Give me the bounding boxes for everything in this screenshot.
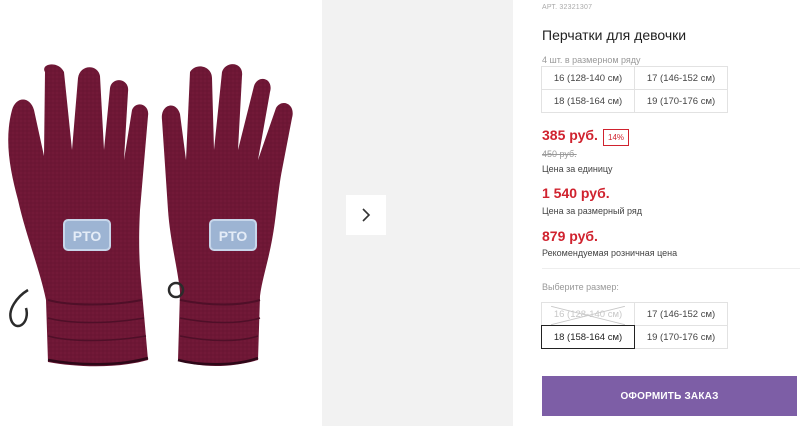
size-option-label: 19 (170-176 см) xyxy=(646,331,716,343)
retail-price-label: Рекомендуемая розничная цена xyxy=(542,248,678,258)
size-selector-label: Выберите размер: xyxy=(542,282,619,292)
size-option-label: 18 (158-164 см) xyxy=(553,331,623,343)
pack-size-cell: 18 (158-164 см) xyxy=(541,89,635,113)
old-price: 450 руб. xyxy=(542,149,577,159)
gallery-next-button[interactable] xyxy=(346,195,386,235)
article-number: АРТ. 32321307 xyxy=(542,4,593,11)
row-price-label: Цена за размерный ряд xyxy=(542,206,643,216)
current-price: 385 руб. xyxy=(542,127,598,143)
size-option-16: 16 (128-140 см) xyxy=(541,302,635,326)
product-image[interactable]: PTO PTO xyxy=(0,0,322,426)
gloves-illustration: PTO PTO xyxy=(8,64,293,367)
size-option-17[interactable]: 17 (146-152 см) xyxy=(634,302,728,326)
left-glove: PTO xyxy=(8,64,149,367)
brand-patch: PTO xyxy=(219,228,248,244)
pack-size-cell: 16 (128-140 см) xyxy=(541,66,635,90)
pack-size-grid: 16 (128-140 см) 17 (146-152 см) 18 (158-… xyxy=(541,66,728,113)
size-selector: 16 (128-140 см) 17 (146-152 см) 18 (158-… xyxy=(541,302,728,349)
pack-note: 4 шт. в размерном ряду xyxy=(542,55,641,65)
order-button[interactable]: ОФОРМИТЬ ЗАКАЗ xyxy=(542,376,797,416)
size-option-label: 17 (146-152 см) xyxy=(646,308,716,320)
size-option-18[interactable]: 18 (158-164 см) xyxy=(541,325,635,349)
product-title: Перчатки для девочки xyxy=(542,27,687,43)
chevron-right-icon xyxy=(362,208,371,222)
brand-patch: PTO xyxy=(73,228,102,244)
row-price: 1 540 руб. xyxy=(542,185,610,201)
unit-price-label: Цена за единицу xyxy=(542,164,613,174)
discount-badge: 14% xyxy=(603,129,630,146)
retail-price: 879 руб. xyxy=(542,228,598,244)
divider xyxy=(542,268,800,269)
size-option-19[interactable]: 19 (170-176 см) xyxy=(634,325,728,349)
right-glove: PTO xyxy=(161,64,293,366)
pack-size-cell: 17 (146-152 см) xyxy=(634,66,728,90)
pack-size-cell: 19 (170-176 см) xyxy=(634,89,728,113)
